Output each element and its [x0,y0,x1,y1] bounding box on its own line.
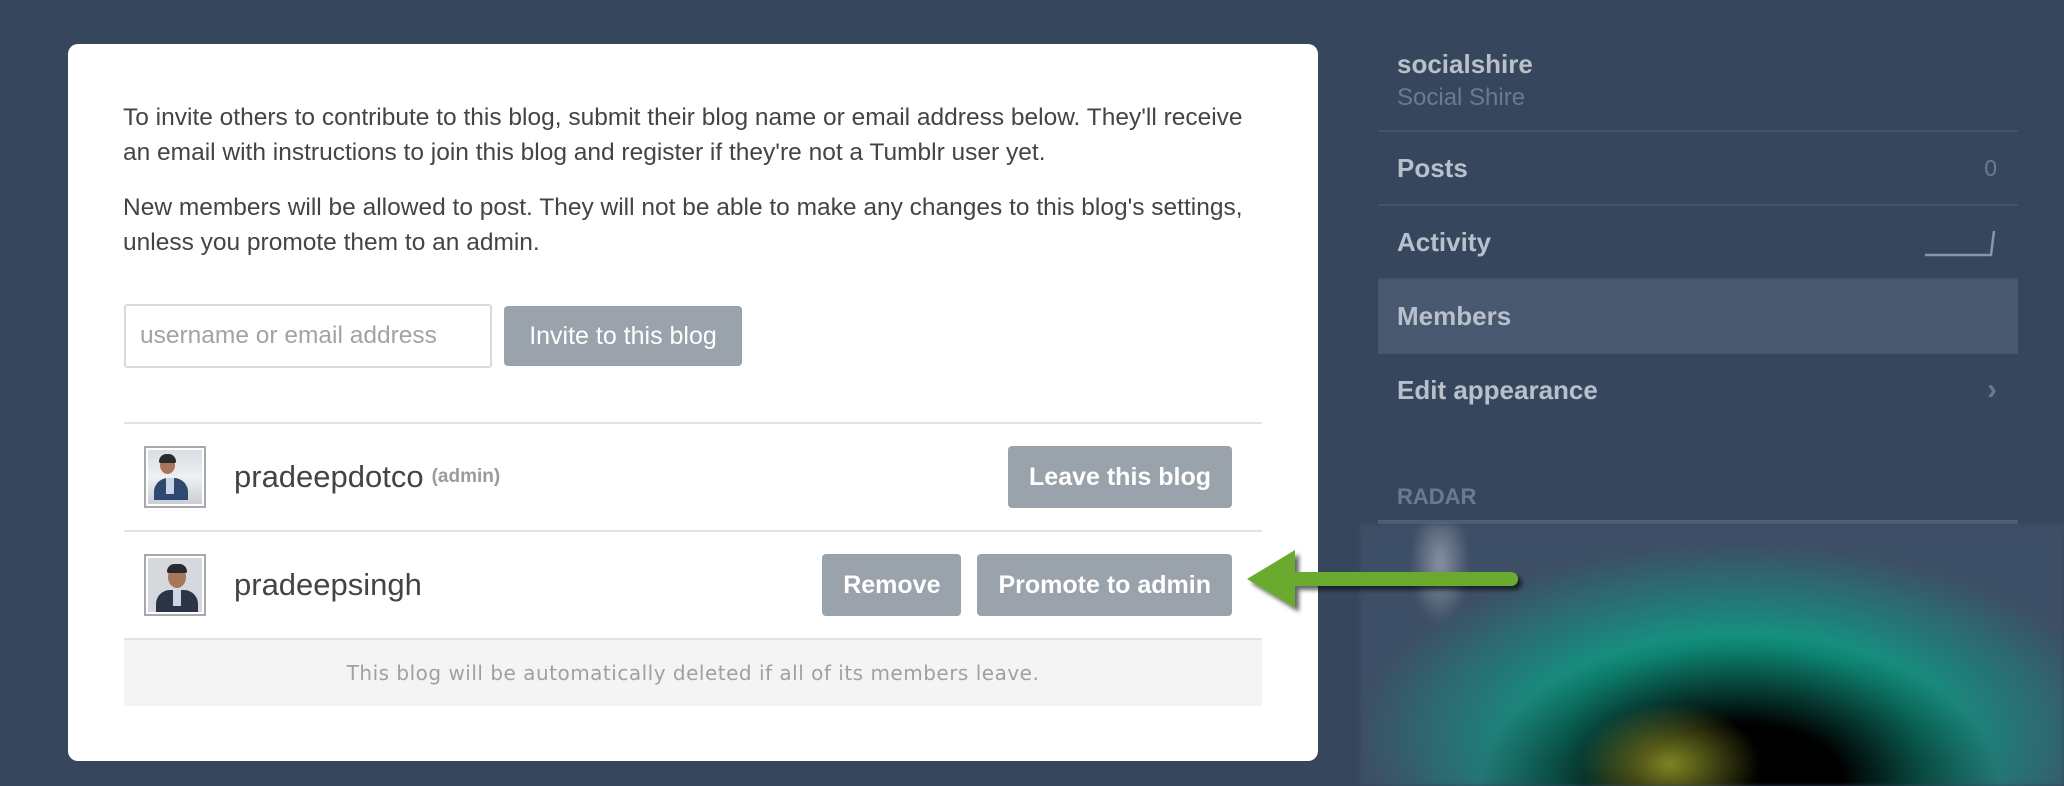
sidebar-item-label: Posts [1397,152,1468,183]
member-actions: Remove Promote to admin [806,532,1232,638]
sidebar-item-activity[interactable]: Activity [1378,206,2018,280]
avatar-image [148,558,202,612]
intro-text: To invite others to contribute to this b… [123,100,1273,280]
avatar[interactable] [144,446,206,508]
sidebar-item-edit-appearance[interactable]: Edit appearance › [1378,354,2018,426]
invite-button[interactable]: Invite to this blog [504,306,742,366]
sidebar-item-posts[interactable]: Posts 0 [1378,132,2018,206]
blog-name: socialshire [1397,49,1533,79]
posts-count: 0 [1984,154,1997,181]
member-username[interactable]: pradeepdotco [234,459,424,495]
intro-paragraph-invite: To invite others to contribute to this b… [123,104,1243,166]
blog-sidebar: socialshire Social Shire Posts 0 Activit… [1378,40,2018,524]
deletion-notice: This blog will be automatically deleted … [124,638,1262,706]
admin-badge: (admin) [431,466,501,487]
promote-to-admin-button[interactable]: Promote to admin [977,554,1232,616]
blog-header[interactable]: socialshire Social Shire [1378,40,2018,132]
invite-form: Invite to this blog [124,304,742,368]
member-row: pradeepsingh Remove Promote to admin [124,530,1262,638]
sidebar-item-label: Edit appearance [1397,374,1598,405]
leave-blog-button[interactable]: Leave this blog [1008,446,1232,508]
blog-title: Social Shire [1397,84,1526,111]
sidebar-item-members[interactable]: Members [1378,280,2018,354]
radar-heading: RADAR [1378,484,2018,524]
chevron-right-icon: › [1987,373,1997,406]
intro-paragraph-permissions: New members will be allowed to post. The… [123,194,1243,256]
member-actions: Leave this blog [992,424,1232,530]
sidebar-item-label: Members [1397,300,1512,331]
invite-username-input[interactable] [124,304,492,368]
members-list: pradeepdotco (admin) Leave this blog pra… [124,422,1262,706]
activity-sparkline-icon [1925,230,1996,257]
member-row: pradeepdotco (admin) Leave this blog [124,422,1262,530]
sidebar-item-label: Activity [1397,226,1491,257]
member-username[interactable]: pradeepsingh [234,567,422,603]
avatar-image [148,450,202,504]
avatar[interactable] [144,554,206,616]
remove-member-button[interactable]: Remove [822,554,962,616]
members-modal: To invite others to contribute to this b… [68,44,1318,761]
annotation-arrow-icon [1247,550,1518,608]
